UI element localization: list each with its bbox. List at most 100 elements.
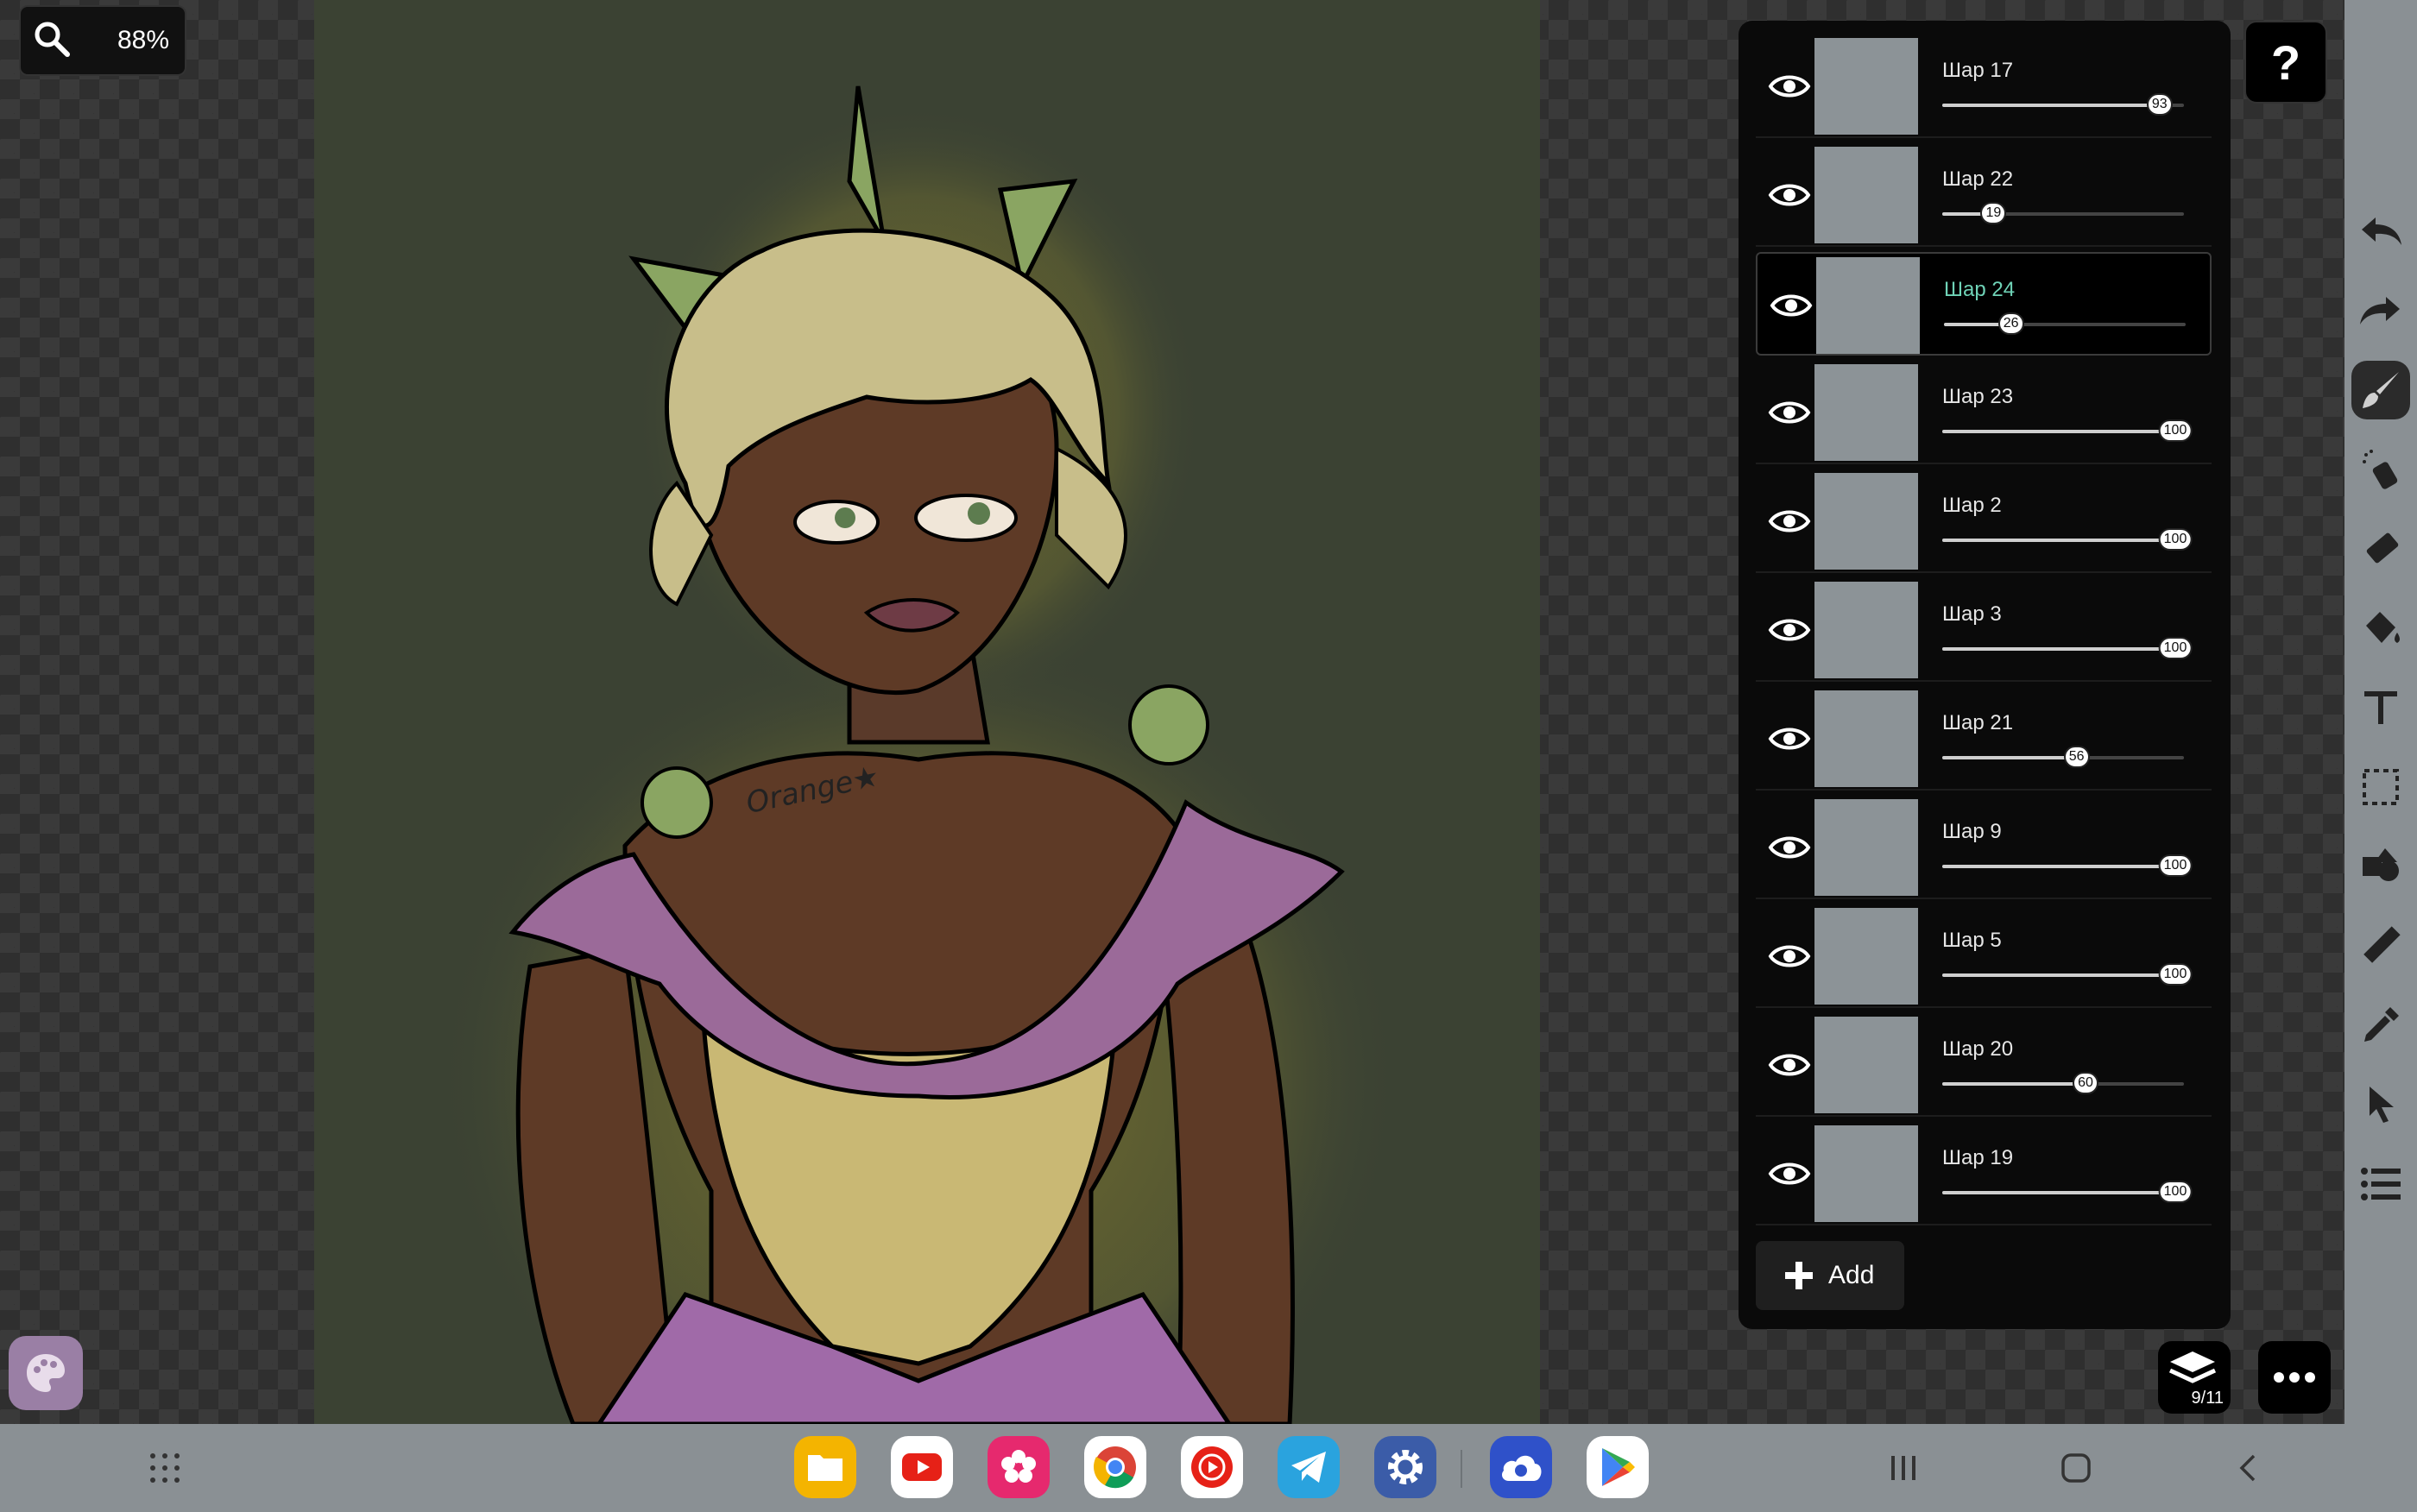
fill-tool[interactable] <box>2351 599 2410 658</box>
layer-row[interactable]: Шар 21 56 <box>1756 687 2212 791</box>
cloud-app-icon[interactable] <box>1490 1436 1552 1498</box>
opacity-value[interactable]: 100 <box>2158 1181 2193 1203</box>
palette-button[interactable] <box>9 1336 83 1410</box>
opacity-slider[interactable]: 100 <box>1942 963 2193 986</box>
layer-thumbnail[interactable] <box>1814 582 1918 678</box>
zoom-value: 88% <box>117 26 169 54</box>
opacity-slider[interactable]: 19 <box>1942 202 2184 224</box>
play-store-app-icon[interactable] <box>1587 1436 1649 1498</box>
opacity-value[interactable]: 60 <box>2073 1072 2098 1094</box>
palette-icon <box>27 1354 65 1392</box>
eye-icon[interactable] <box>1768 69 1811 104</box>
eye-icon[interactable] <box>1768 1156 1811 1191</box>
eye-icon[interactable] <box>1768 939 1811 973</box>
eye-icon[interactable] <box>1768 830 1811 865</box>
opacity-slider[interactable]: 56 <box>1942 746 2184 768</box>
opacity-value[interactable]: 100 <box>2158 528 2193 551</box>
taskbar-divider <box>1461 1450 1462 1488</box>
back-button[interactable] <box>2227 1446 2270 1490</box>
eye-icon[interactable] <box>1768 721 1811 756</box>
ruler-tool[interactable] <box>2351 917 2410 975</box>
text-icon <box>2364 691 2397 724</box>
shapes-tool[interactable] <box>2351 837 2410 896</box>
opacity-slider[interactable]: 26 <box>1944 312 2186 335</box>
opacity-value[interactable]: 56 <box>2063 746 2090 768</box>
telegram-app-icon[interactable] <box>1278 1436 1340 1498</box>
opacity-value[interactable]: 100 <box>2158 419 2193 442</box>
opacity-value[interactable]: 100 <box>2158 963 2193 986</box>
opacity-value[interactable]: 100 <box>2158 637 2193 659</box>
help-button[interactable]: ? <box>2244 21 2327 104</box>
opacity-slider-fill <box>1942 1191 2175 1194</box>
layer-thumbnail[interactable] <box>1814 364 1918 461</box>
settings-app-icon[interactable] <box>1374 1436 1436 1498</box>
layer-thumbnail[interactable] <box>1814 690 1918 787</box>
eraser-tool[interactable] <box>2351 520 2410 578</box>
brush-tool[interactable] <box>2351 361 2410 419</box>
files-app-icon[interactable] <box>794 1436 856 1498</box>
eye-icon[interactable] <box>1770 288 1813 323</box>
menu-list-icon <box>2361 1168 2401 1200</box>
opacity-slider[interactable]: 60 <box>1942 1072 2184 1094</box>
opacity-slider[interactable]: 100 <box>1942 1181 2193 1203</box>
layer-thumbnail[interactable] <box>1814 1125 1918 1222</box>
youtube-app-icon[interactable] <box>891 1436 953 1498</box>
opacity-slider[interactable]: 100 <box>1942 637 2193 659</box>
text-tool[interactable] <box>2351 678 2410 737</box>
eye-icon[interactable] <box>1768 613 1811 647</box>
ruler-icon <box>2363 926 2401 963</box>
layer-row[interactable]: Шар 19 100 <box>1756 1122 2212 1225</box>
opacity-slider[interactable]: 100 <box>1942 528 2193 551</box>
layer-thumbnail[interactable] <box>1814 147 1918 243</box>
opacity-value[interactable]: 26 <box>1997 312 2024 335</box>
opacity-slider[interactable]: 93 <box>1942 93 2184 116</box>
app-drawer-button[interactable] <box>143 1446 186 1490</box>
layer-name: Шар 3 <box>1942 602 2002 626</box>
layers-toggle-button[interactable]: 9/11 <box>2158 1341 2231 1414</box>
add-layer-button[interactable]: Add <box>1756 1241 1904 1310</box>
more-options-button[interactable] <box>2258 1341 2331 1414</box>
layer-thumbnail[interactable] <box>1814 1017 1918 1113</box>
spray-tool[interactable] <box>2351 440 2410 499</box>
home-button[interactable] <box>2054 1446 2098 1490</box>
recent-apps-button[interactable] <box>1882 1446 1925 1490</box>
eye-icon[interactable] <box>1768 1048 1811 1082</box>
eye-icon[interactable] <box>1768 178 1811 212</box>
opacity-slider[interactable]: 100 <box>1942 854 2193 877</box>
layer-row[interactable]: Шар 23 100 <box>1756 361 2212 464</box>
fill-icon <box>2366 612 2400 643</box>
redo-button[interactable] <box>2351 281 2410 340</box>
menu-list-button[interactable] <box>2351 1155 2410 1213</box>
layer-thumbnail[interactable] <box>1814 473 1918 570</box>
layer-thumbnail[interactable] <box>1814 799 1918 896</box>
opacity-slider[interactable]: 100 <box>1942 419 2193 442</box>
layer-row[interactable]: Шар 20 60 <box>1756 1013 2212 1117</box>
layer-row[interactable]: Шар 5 100 <box>1756 904 2212 1008</box>
youtube-music-app-icon[interactable] <box>1181 1436 1243 1498</box>
chrome-app-icon[interactable] <box>1084 1436 1146 1498</box>
zoom-indicator[interactable]: 88% <box>19 5 186 76</box>
layer-thumbnail[interactable] <box>1814 38 1918 135</box>
layer-row[interactable]: Шар 22 19 <box>1756 143 2212 247</box>
gallery-app-icon[interactable] <box>988 1436 1050 1498</box>
selection-tool[interactable] <box>2351 758 2410 816</box>
layer-thumbnail[interactable] <box>1814 908 1918 1005</box>
undo-button[interactable] <box>2351 202 2410 261</box>
eyedropper-tool[interactable] <box>2351 996 2410 1055</box>
opacity-value[interactable]: 93 <box>2146 93 2173 116</box>
layer-row[interactable]: Шар 3 100 <box>1756 578 2212 682</box>
redo-icon <box>2360 297 2400 324</box>
more-icon <box>2274 1372 2315 1383</box>
layer-thumbnail[interactable] <box>1816 257 1920 354</box>
layer-row[interactable]: Шар 24 26 <box>1756 252 2212 356</box>
opacity-value[interactable]: 100 <box>2158 854 2193 877</box>
drawing-canvas[interactable]: Orange★ <box>314 0 1540 1424</box>
layer-row[interactable]: Шар 17 93 <box>1756 35 2212 138</box>
layer-row[interactable]: Шар 9 100 <box>1756 796 2212 899</box>
pointer-tool[interactable] <box>2351 1075 2410 1134</box>
eye-icon[interactable] <box>1768 504 1811 539</box>
opacity-value[interactable]: 19 <box>1980 202 2007 224</box>
layer-row[interactable]: Шар 2 100 <box>1756 469 2212 573</box>
plus-icon <box>1785 1262 1813 1289</box>
eye-icon[interactable] <box>1768 395 1811 430</box>
